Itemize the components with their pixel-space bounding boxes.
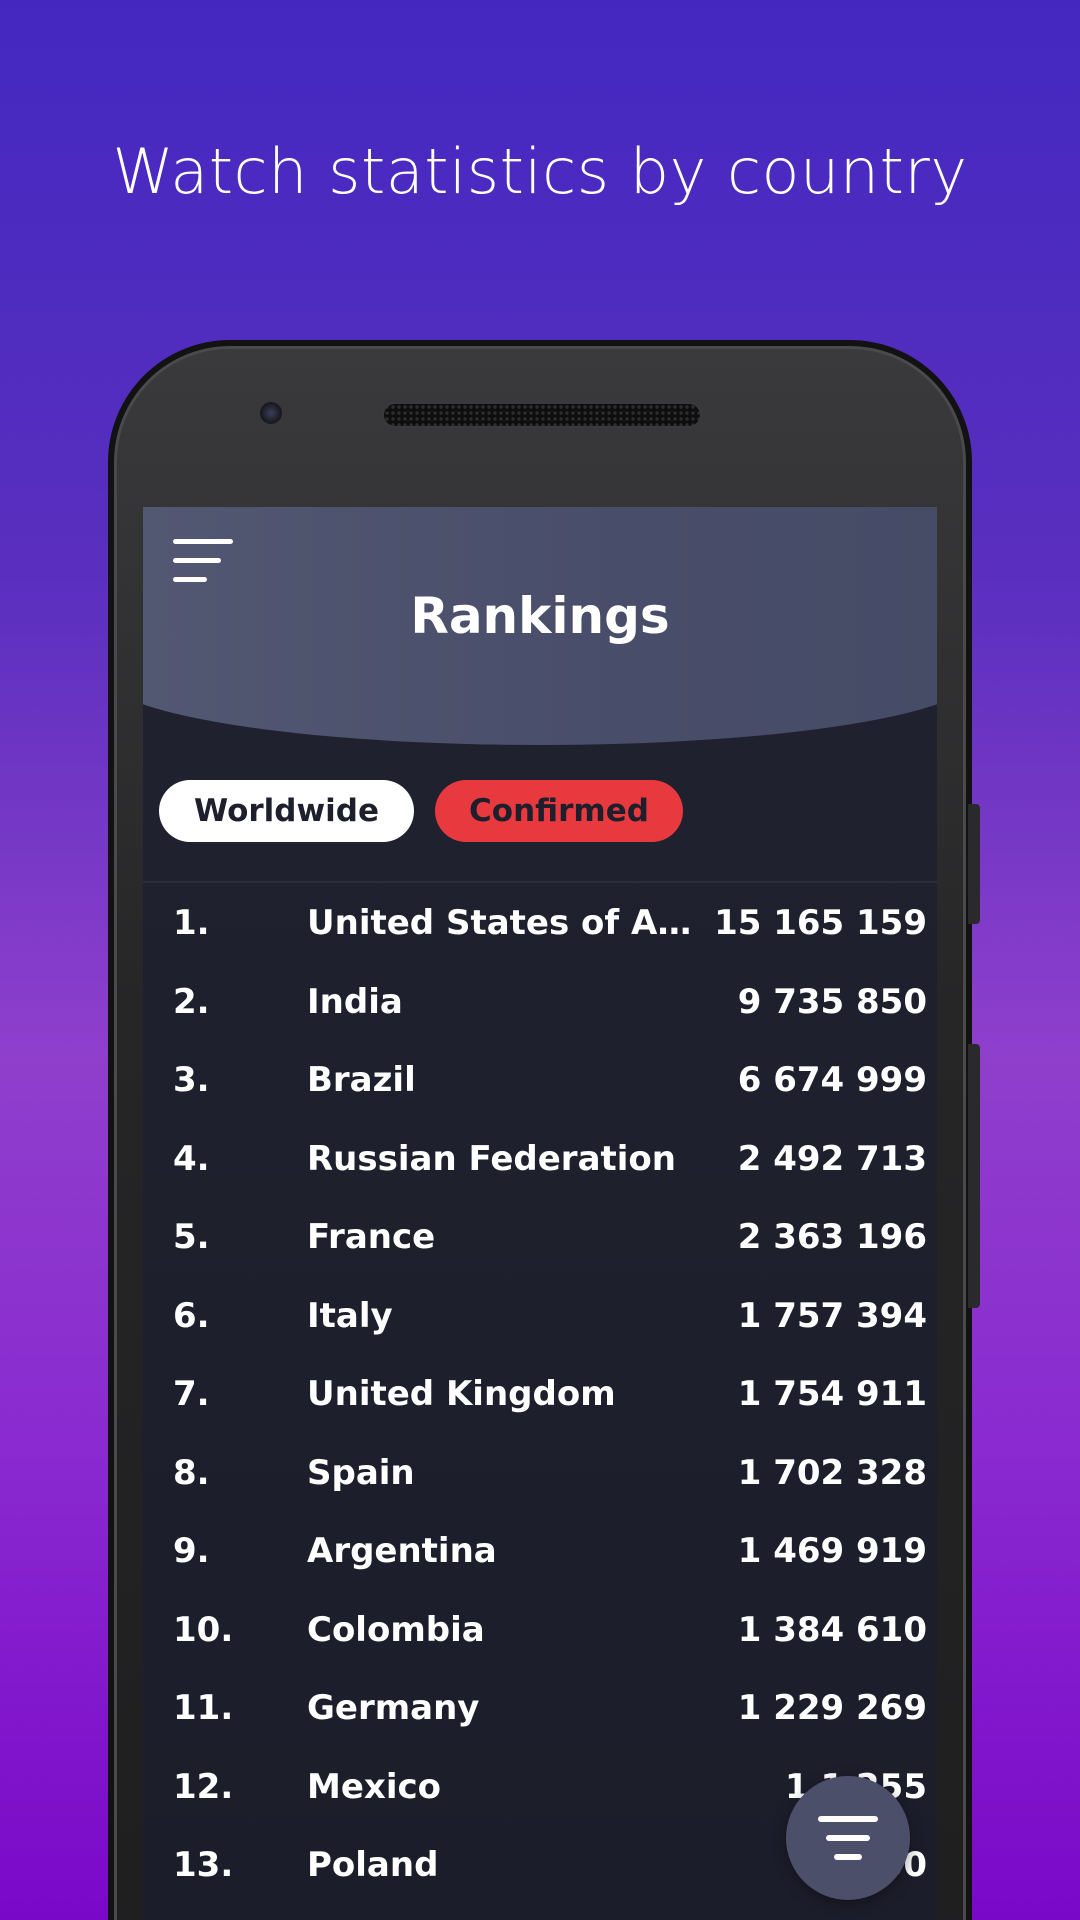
filter-fab-button[interactable] xyxy=(786,1776,910,1900)
case-count: 1 757 394 xyxy=(737,1295,927,1336)
rank-number: 2. xyxy=(173,981,210,1022)
country-name: India xyxy=(307,981,403,1022)
scope-filter-chip[interactable]: Worldwide xyxy=(159,780,414,842)
rankings-list: 1. United States of America15 165 159 2. In… xyxy=(143,885,937,1906)
case-count: 2 363 196 xyxy=(737,1217,927,1257)
rank-number: 3. xyxy=(173,1060,210,1100)
rank-number: 7. xyxy=(173,1374,210,1414)
rank-number: 12. xyxy=(173,1766,234,1807)
country-name: Russian Federation xyxy=(307,1138,676,1179)
country-name: Spain xyxy=(307,1452,415,1493)
rank-number: 8. xyxy=(173,1452,210,1493)
list-item[interactable]: 5. France 2 363 196 xyxy=(143,1199,937,1278)
rank-number: 5. xyxy=(173,1217,210,1257)
country-name: Argentina xyxy=(307,1531,497,1571)
case-count: 2 492 713 xyxy=(737,1138,927,1179)
rank-number: 6. xyxy=(173,1295,210,1336)
list-item[interactable]: 2. India 9 735 850 xyxy=(143,964,937,1043)
phone-speaker xyxy=(382,402,702,428)
country-name: Mexico xyxy=(307,1766,441,1807)
phone-side-button xyxy=(968,804,980,924)
case-count: 9 735 850 xyxy=(737,981,927,1022)
front-camera xyxy=(260,402,282,424)
country-name: United Kingdom xyxy=(307,1374,616,1414)
rank-number: 1. xyxy=(173,903,210,943)
rank-number: 4. xyxy=(173,1138,210,1179)
page-title: Rankings xyxy=(410,587,670,645)
country-name: Poland xyxy=(307,1845,439,1885)
list-item[interactable]: 1. United States of America15 165 159 xyxy=(143,885,937,964)
list-item[interactable]: 4. Russian Federation 2 492 713 xyxy=(143,1121,937,1200)
promo-headline: Watch statistics by country xyxy=(112,135,968,208)
country-name: France xyxy=(307,1217,436,1257)
case-count: 1 702 328 xyxy=(737,1452,927,1493)
app-screen: Rankings Worldwide Confirmed 1. United St… xyxy=(143,507,937,1920)
hamburger-menu-icon[interactable] xyxy=(173,539,235,585)
case-count: 1 469 919 xyxy=(737,1531,927,1571)
country-name: Germany xyxy=(307,1688,480,1728)
list-item[interactable]: 11. Germany 1 229 269 xyxy=(143,1670,937,1749)
case-count: 1 754 911 xyxy=(737,1374,927,1414)
case-count: 1 229 269 xyxy=(737,1688,927,1728)
case-count: 6 674 999 xyxy=(737,1060,927,1100)
case-count: 15 165 159 xyxy=(714,903,927,943)
divider xyxy=(143,881,937,883)
country-name: Colombia xyxy=(307,1609,485,1650)
list-item[interactable]: 7. United Kingdom 1 754 911 xyxy=(143,1356,937,1435)
country-name: Brazil xyxy=(307,1060,416,1100)
list-item[interactable]: 3. Brazil 6 674 999 xyxy=(143,1042,937,1121)
rank-number: 9. xyxy=(173,1531,210,1571)
list-item[interactable]: 10. Colombia 1 384 610 xyxy=(143,1592,937,1671)
rank-number: 11. xyxy=(173,1688,234,1728)
phone-volume-button xyxy=(968,1044,980,1308)
country-name: United States of America xyxy=(307,903,719,943)
filter-icon xyxy=(818,1816,878,1822)
rank-number: 10. xyxy=(173,1609,234,1650)
list-item[interactable]: 8. Spain 1 702 328 xyxy=(143,1435,937,1514)
list-item[interactable]: 9. Argentina 1 469 919 xyxy=(143,1513,937,1592)
rank-number: 13. xyxy=(173,1845,234,1885)
list-item[interactable]: 6. Italy 1 757 394 xyxy=(143,1278,937,1357)
metric-filter-chip[interactable]: Confirmed xyxy=(435,780,683,842)
case-count: 1 384 610 xyxy=(737,1609,927,1650)
country-name: Italy xyxy=(307,1295,393,1336)
